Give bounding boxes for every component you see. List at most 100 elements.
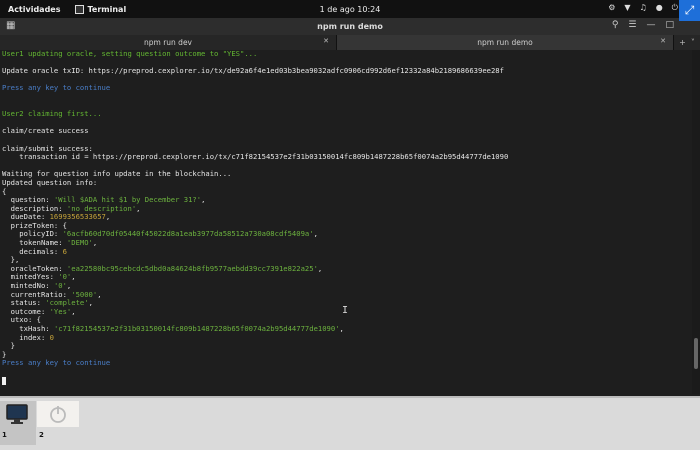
terminal-line: Press any key to continue: [2, 84, 692, 93]
chevron-down-icon[interactable]: ˅: [691, 38, 695, 47]
json-punctuation: ,: [71, 272, 76, 282]
json-key: txHash:: [2, 324, 54, 333]
terminal-icon: [74, 4, 84, 14]
terminal-text: transaction id = https://preprod.cexplor…: [2, 152, 509, 162]
terminal-text: }: [2, 341, 15, 351]
json-punctuation: ,: [97, 289, 102, 299]
search-icon[interactable]: ⚲: [612, 20, 619, 30]
terminal-line: [2, 376, 692, 386]
terminal-line: currentRatio: '5000',: [2, 289, 692, 300]
json-value: 'complete': [45, 298, 89, 308]
scrollbar[interactable]: [692, 50, 700, 394]
json-value: 6: [62, 246, 67, 256]
text-cursor-icon: I: [342, 305, 349, 316]
workspace-2-thumbnail: [37, 401, 79, 427]
tab-bar: npm run dev ✕ npm run demo ✕ + ˅: [0, 35, 700, 50]
power-menu-icon[interactable]: ⏻: [672, 3, 678, 13]
terminal-line: User1 updating oracle, setting question …: [2, 50, 692, 59]
terminal-line: policyID: '6acfb60d70df05440f45022d8a1ea…: [2, 230, 692, 239]
workspace-2[interactable]: 2: [37, 401, 79, 439]
terminal-line: tokenName: 'DEMO',: [2, 238, 692, 248]
json-value: 0: [49, 332, 54, 342]
terminal-line: Updated question info:: [2, 177, 692, 188]
menu-icon[interactable]: ☰: [628, 20, 636, 30]
window-titlebar: ▦ npm run demo ⚲ ☰ — □: [0, 18, 700, 35]
tab-label: npm run dev: [144, 38, 192, 47]
terminal-line: decimals: 6: [2, 246, 692, 257]
json-value: 'ea22580bc95cebcdc5dbd0a84624b8fb9577aeb…: [66, 263, 318, 273]
terminal-line: Update oracle txID: https://preprod.cexp…: [2, 66, 692, 76]
json-value: '6acfb60d70df05440f45022d8a1eab3977da585…: [62, 229, 314, 239]
tab-controls: + ˅: [674, 35, 700, 50]
json-punctuation: ,: [88, 298, 93, 308]
terminal-text: User2 claiming first...: [2, 109, 102, 119]
tab-label: npm run demo: [477, 38, 533, 47]
microphone-icon[interactable]: ●: [656, 3, 663, 13]
terminal-line: claim/create success: [2, 127, 692, 136]
json-key: mintedNo:: [2, 281, 54, 291]
terminal-output[interactable]: User1 updating oracle, setting question …: [0, 50, 692, 394]
close-icon[interactable]: ✕: [323, 37, 329, 45]
maximize-icon[interactable]: □: [665, 20, 674, 30]
terminal-line: txHash: 'c71f82154537e2f31b03150014fc809…: [2, 324, 692, 334]
wifi-icon[interactable]: ▼: [624, 3, 630, 13]
terminal-line: dueDate: 1699356533657,: [2, 212, 692, 222]
terminal-line: Waiting for question info update in the …: [2, 170, 692, 179]
json-punctuation: ,: [317, 263, 323, 273]
json-value: '0': [53, 281, 67, 291]
terminal-line: mintedYes: '0',: [2, 273, 692, 282]
workspace-switcher: 1 2: [0, 396, 700, 450]
workspace-number: 2: [39, 431, 44, 439]
json-value: 1699356533657: [49, 212, 106, 222]
json-punctuation: ,: [201, 195, 206, 205]
json-punctuation: ,: [136, 203, 141, 213]
minimize-icon[interactable]: —: [646, 20, 655, 30]
window-controls: ⚲ ☰ — □: [612, 20, 674, 30]
json-value: 'c71f82154537e2f31b03150014fc809b1487228…: [53, 324, 340, 333]
workspace-1[interactable]: 1: [0, 401, 36, 445]
terminal-text: User1 updating oracle, setting question …: [2, 50, 258, 58]
json-value: 'Will $ADA hit $1 by December 31?': [53, 195, 202, 205]
app-menu[interactable]: Terminal: [74, 4, 127, 14]
terminal-cursor: [2, 376, 6, 385]
add-tab-icon[interactable]: +: [679, 38, 686, 47]
tab-npm-run-dev[interactable]: npm run dev ✕: [0, 35, 337, 50]
json-punctuation: ,: [339, 324, 344, 333]
json-punctuation: ,: [105, 212, 111, 222]
close-icon[interactable]: ✕: [660, 37, 666, 45]
tab-npm-run-demo[interactable]: npm run demo ✕: [337, 35, 674, 50]
scrollbar-thumb[interactable]: [694, 337, 698, 369]
terminal-line: mintedNo: '0',: [2, 281, 692, 291]
terminal-line: index: 0: [2, 332, 692, 343]
accessibility-icon[interactable]: ⚙: [608, 3, 615, 13]
window-title: npm run demo: [317, 22, 383, 31]
app-name: Terminal: [87, 4, 127, 14]
terminal-line: Press any key to continue: [2, 359, 692, 368]
json-key: dueDate:: [2, 212, 50, 222]
terminal-text: },: [2, 255, 20, 265]
terminal-text: Press any key to continue: [2, 83, 111, 93]
terminal-text: Update oracle txID: https://preprod.cexp…: [2, 66, 504, 76]
volume-icon[interactable]: ♫: [640, 3, 647, 13]
system-tray[interactable]: ⚙ ▼ ♫ ● ⏻: [608, 3, 678, 13]
json-value: 'DEMO': [66, 238, 93, 248]
monitor-icon: [6, 404, 28, 424]
json-punctuation: ,: [92, 238, 98, 248]
json-key: status:: [2, 298, 46, 308]
expand-icon[interactable]: ⤢: [679, 0, 700, 21]
json-punctuation: ,: [313, 229, 318, 239]
activities-button[interactable]: Actividades: [8, 5, 61, 14]
json-punctuation: ,: [66, 281, 72, 291]
terminal-text: Updated question info:: [2, 177, 98, 187]
terminal-line: transaction id = https://preprod.cexplor…: [2, 152, 692, 162]
top-bar: Actividades Terminal 1 de ago 10:24 ⚙ ▼ …: [0, 0, 700, 18]
workspace-1-thumbnail: [0, 401, 34, 427]
workspace-number: 1: [2, 431, 7, 439]
terminal-line: }: [2, 341, 692, 351]
json-key: question:: [2, 195, 54, 205]
terminal-line: User2 claiming first...: [2, 109, 692, 119]
